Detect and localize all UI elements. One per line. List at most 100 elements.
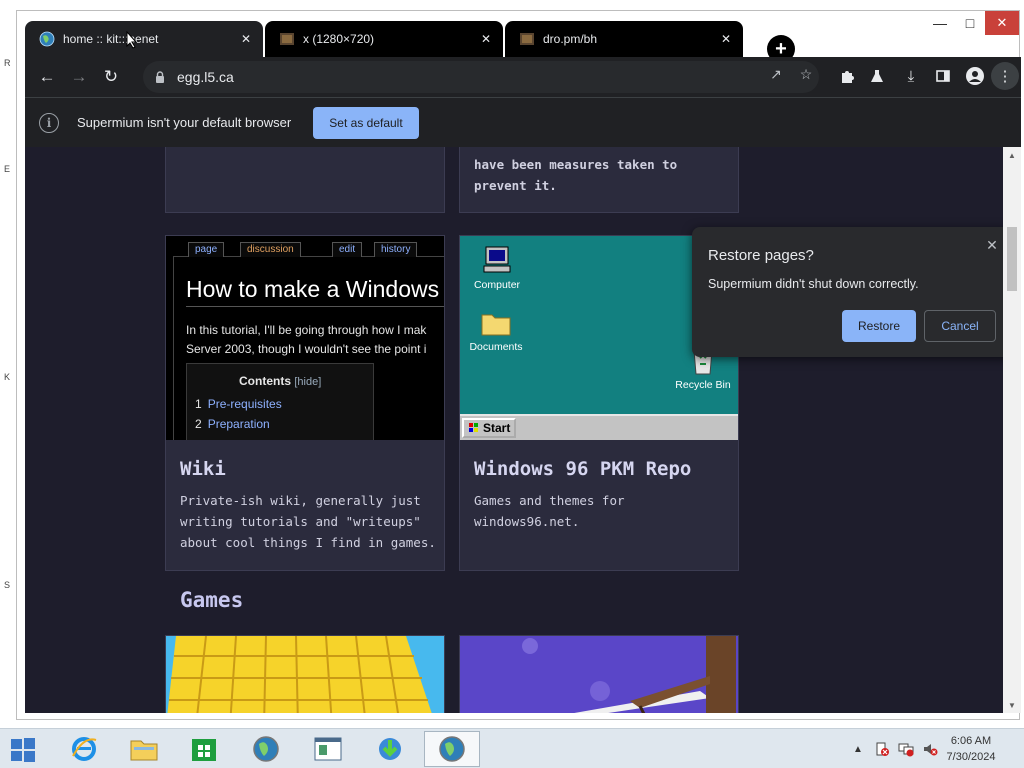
folder-icon [130, 740, 158, 761]
minimize-button[interactable]: — [925, 11, 955, 35]
restore-pages-bubble: Restore pages? Supermium didn't shut dow… [692, 227, 1003, 357]
w96-computer-icon: Computer [470, 244, 524, 291]
desktop: R E K S — □ ✕ home :: kit:::nenet ✕ x (1… [0, 0, 1024, 768]
tray-chevron-up-icon[interactable]: ▲ [850, 741, 866, 757]
top-card-left[interactable] [165, 147, 445, 213]
set-as-default-button[interactable]: Set as default [313, 107, 419, 139]
taskbar-file-explorer[interactable] [116, 731, 172, 767]
desktop-edge-mark: S [4, 580, 11, 590]
toc-title: Contents [hide] [239, 374, 321, 388]
globe-favicon-icon [39, 31, 55, 47]
tray-network-icon[interactable] [898, 741, 914, 757]
wiki-tab-page: page [188, 242, 225, 257]
taskbar-notepad[interactable] [300, 731, 356, 767]
browser-window: — □ ✕ home :: kit:::nenet ✕ x (1280×720)… [16, 10, 1021, 720]
reload-icon[interactable]: ↻ [97, 63, 125, 91]
wiki-card[interactable]: page discussion edit history How to make… [165, 235, 445, 571]
tab-close-icon[interactable]: ✕ [717, 30, 735, 48]
wiki-tab-discussion: discussion [240, 242, 301, 257]
download-manager-icon [379, 738, 401, 760]
desktop-edge-mark: K [4, 372, 11, 382]
tray-action-center-icon[interactable] [874, 741, 890, 757]
top-card-right-line: have been measures taken to [474, 157, 678, 172]
scroll-up-arrow-icon[interactable]: ▲ [1003, 147, 1021, 163]
menu-kebab-icon[interactable]: ⋮ [991, 62, 1019, 90]
w96-icon-label: Computer [473, 279, 521, 291]
share-icon[interactable]: ↗ [767, 65, 785, 83]
image-favicon-icon [520, 33, 534, 45]
tab-title: home :: kit:::nenet [63, 32, 159, 46]
w96-taskbar: Start [460, 414, 738, 440]
browser-toolbar: ← → ↻ egg.l5.ca ↗ ☆ ⤓ ⋮ [25, 57, 1021, 97]
page-scrollbar[interactable]: ▲ ▼ [1003, 147, 1021, 713]
globe-icon [253, 736, 279, 762]
wiki-preview-image: page discussion edit history How to make… [166, 236, 444, 440]
cancel-button[interactable]: Cancel [924, 310, 996, 342]
mouse-cursor-icon [126, 31, 138, 49]
w96-card-description: Games and themes for windows96.net. [474, 493, 625, 529]
download-icon[interactable]: ⤓ [899, 64, 923, 88]
bubble-title: Restore pages? [708, 247, 814, 264]
bubble-close-icon[interactable]: ✕ [982, 235, 1002, 255]
lock-icon [156, 71, 164, 83]
windows-start-button[interactable] [6, 735, 40, 765]
top-card-right[interactable]: have been measures taken to prevent it. [459, 147, 739, 213]
image-favicon-icon [280, 33, 294, 45]
w96-documents-icon: Documents [464, 308, 528, 353]
toc-item-num: 2 [195, 417, 202, 431]
wiki-heading-rule [186, 306, 444, 307]
taskbar-globe-browser[interactable] [238, 731, 294, 767]
back-arrow-icon[interactable]: ← [33, 63, 61, 91]
desktop-edge-mark: R [4, 58, 11, 68]
labs-flask-icon[interactable] [865, 64, 889, 88]
toc-item-num: 1 [195, 397, 202, 411]
scroll-thumb[interactable] [1007, 227, 1017, 291]
toc-item: 2 Preparation [195, 417, 270, 431]
toc-title-text: Contents [239, 374, 291, 388]
computer-icon [483, 246, 511, 273]
profile-avatar-icon[interactable] [963, 64, 987, 88]
page-content: have been measures taken to prevent it. … [25, 147, 1003, 713]
toc-item-link: Preparation [207, 417, 270, 431]
forward-arrow-icon[interactable]: → [65, 63, 93, 91]
wiki-body-line: Server 2003, though I wouldn't see the p… [186, 342, 427, 356]
tab-home[interactable]: home :: kit:::nenet ✕ [25, 21, 263, 57]
taskbar-download-manager[interactable] [362, 731, 418, 767]
taskbar-internet-explorer[interactable] [56, 731, 112, 767]
tab-title: dro.pm/bh [543, 32, 598, 46]
game-card-grid[interactable] [165, 635, 445, 713]
game-preview-image [166, 636, 444, 713]
extensions-puzzle-icon[interactable] [835, 64, 859, 88]
os-taskbar: ▲ 6:06 AM 7/30/2024 [0, 728, 1024, 768]
address-bar[interactable]: egg.l5.ca [143, 61, 819, 93]
tab-image[interactable]: x (1280×720) ✕ [265, 21, 503, 57]
scroll-down-arrow-icon[interactable]: ▼ [1003, 697, 1021, 713]
bubble-body: Supermium didn't shut down correctly. [708, 277, 919, 291]
default-browser-infobar: i Supermium isn't your default browser S… [25, 97, 1021, 147]
w96-start-button: Start [462, 418, 516, 438]
wiki-card-description: Private-ish wiki, generally just writing… [180, 493, 436, 550]
w96-card-title: Windows 96 PKM Repo [474, 458, 692, 480]
game-preview-image [460, 636, 738, 713]
tab-dropm[interactable]: dro.pm/bh ✕ [505, 21, 743, 57]
taskbar-store[interactable] [176, 731, 232, 767]
info-icon: i [39, 113, 59, 133]
wiki-preview-heading: How to make a Windows [186, 276, 440, 302]
window-close-button[interactable]: ✕ [985, 11, 1019, 35]
restore-button[interactable]: Restore [842, 310, 916, 342]
taskbar-clock[interactable]: 6:06 AM 7/30/2024 [936, 733, 1006, 765]
game-card-purple[interactable] [459, 635, 739, 713]
toc-hide-link: [hide] [294, 376, 322, 388]
side-panel-icon[interactable] [931, 64, 955, 88]
tab-close-icon[interactable]: ✕ [237, 30, 255, 48]
top-card-right-line: prevent it. [474, 178, 557, 193]
wiki-toc: Contents [hide] 1 Pre-requisites 2 Prepara… [186, 363, 374, 440]
wiki-preview-body: In this tutorial, I'll be going through … [186, 321, 426, 359]
tab-close-icon[interactable]: ✕ [477, 30, 495, 48]
maximize-button[interactable]: □ [955, 11, 985, 35]
wiki-tab-edit: edit [332, 242, 363, 257]
w96-icon-label: Recycle Bin [675, 379, 731, 391]
taskbar-supermium[interactable] [424, 731, 480, 767]
wiki-body-line: In this tutorial, I'll be going through … [186, 323, 427, 337]
star-icon[interactable]: ☆ [797, 65, 815, 83]
